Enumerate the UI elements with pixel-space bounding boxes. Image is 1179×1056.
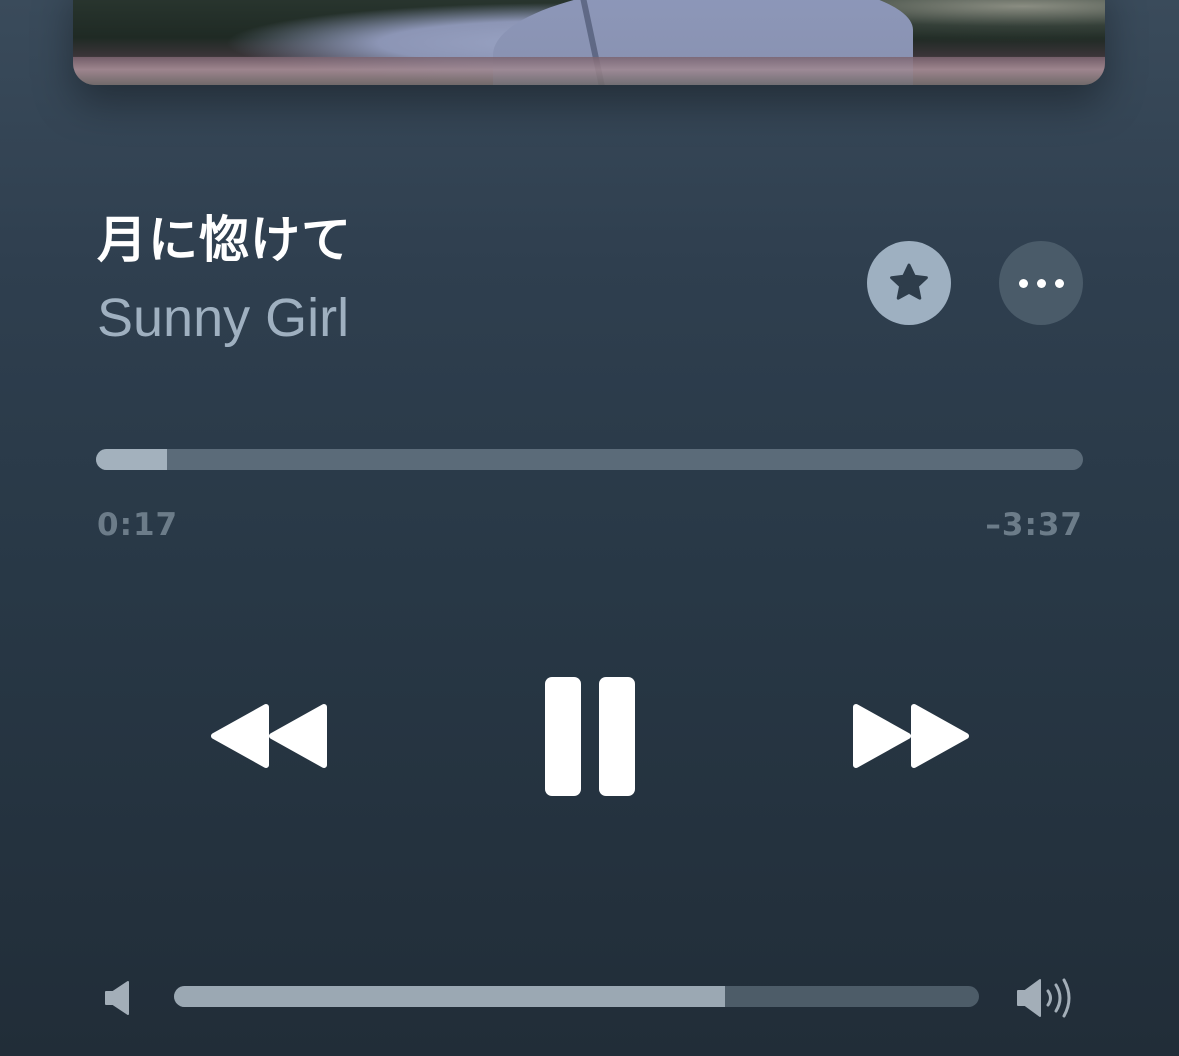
speaker-high-icon [1017,978,1071,1018]
volume-level-fill [174,986,726,1007]
song-title: 月に惚けて [97,211,352,269]
pause-icon [545,677,635,796]
playback-scrubber[interactable] [96,449,1083,470]
fast-forward-button[interactable] [850,701,972,771]
ellipsis-icon [1018,278,1064,288]
star-icon [890,263,928,300]
artist-name[interactable]: Sunny Girl [97,288,349,348]
remaining-time: –3:37 [985,507,1083,543]
album-artwork[interactable] [73,0,1105,85]
fast-forward-icon [853,704,969,768]
pause-button[interactable] [544,676,636,797]
elapsed-time: 0:17 [97,507,179,543]
volume-slider[interactable] [174,986,979,1007]
rewind-button[interactable] [208,701,330,771]
album-artwork-ledge [73,57,1105,85]
playback-progress-fill [96,449,168,470]
speaker-low-icon [105,981,129,1015]
rewind-icon [211,704,327,768]
more-options-button[interactable] [999,241,1083,325]
favorite-button[interactable] [867,241,951,325]
